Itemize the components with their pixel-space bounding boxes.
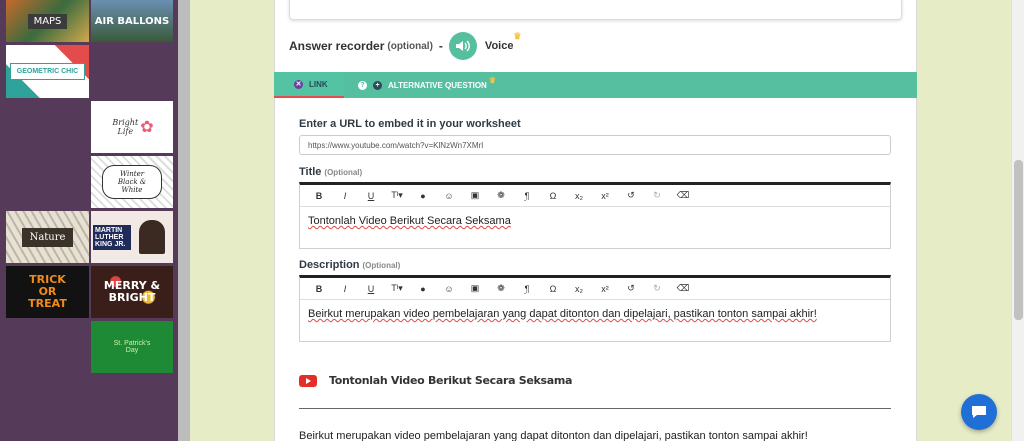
title-value: Tontonlah Video Berikut Secara Seksama (308, 215, 511, 227)
font-size-dropdown[interactable]: Tᴵ▾ (384, 283, 410, 294)
premium-crown-icon: ♛ (513, 31, 522, 41)
emoji-icon[interactable]: ☺ (436, 284, 462, 294)
description-label: Description (Optional) (299, 259, 400, 271)
description-editor-toolbar: B I U Tᴵ▾ ● ☺ ▣ ❁ ¶ Ω x₂ x² ↺ ↻ ⌫ (300, 278, 890, 300)
font-size-dropdown[interactable]: Tᴵ▾ (384, 190, 410, 201)
add-circle-icon: + (373, 80, 382, 90)
special-char-icon[interactable]: Ω (540, 191, 566, 201)
theme-tile-mlk[interactable]: MARTIN LUTHER KING JR. (91, 211, 173, 263)
video-preview-header: Tontonlah Video Berikut Secara Seksama (299, 374, 572, 387)
paragraph-icon[interactable]: ¶ (514, 191, 540, 201)
embed-url-value: https://www.youtube.com/watch?v=KlNzWn7X… (308, 141, 484, 150)
theme-tile-air-ballons[interactable]: AIR BALLONS (91, 0, 173, 42)
answer-recorder-row: Answer recorder (optional) - Voice ♛ (289, 30, 522, 62)
paragraph-icon[interactable]: ¶ (514, 284, 540, 294)
color-drop-icon[interactable]: ● (410, 284, 436, 294)
theme-tile-bright-life[interactable]: Bright Life ✿ (91, 101, 173, 153)
theme-sidebar: MAPS AIR BALLONS GEOMETRIC CHIC Bright L… (0, 0, 178, 441)
title-editor: B I U Tᴵ▾ ● ☺ ▣ ❁ ¶ Ω x₂ x² ↺ ↻ ⌫ Tonton… (299, 182, 891, 249)
color-drop-icon[interactable]: ● (410, 191, 436, 201)
previous-question-card (289, 0, 902, 20)
tab-alternative-label: ALTERNATIVE QUESTION (388, 80, 487, 90)
preview-divider (299, 408, 891, 409)
page-scrollbar[interactable] (1011, 0, 1024, 441)
bird-icon: ✿ (140, 119, 154, 136)
chat-bubble-icon (972, 406, 986, 418)
portrait-icon (139, 220, 165, 254)
embed-url-label: Enter a URL to embed it in your workshee… (299, 118, 521, 130)
theme-label: MERRY & BRIGHT (103, 278, 161, 304)
link-icon[interactable]: ❁ (488, 190, 514, 201)
preview-description: Beirkut merupakan video pembelajaran yan… (299, 430, 808, 441)
voice-option[interactable]: Voice ♛ (484, 31, 522, 52)
redo-icon[interactable]: ↻ (644, 283, 670, 294)
underline-button[interactable]: U (358, 284, 384, 294)
image-icon[interactable]: ▣ (462, 190, 488, 201)
theme-label: Bright Life (112, 118, 139, 136)
theme-label: AIR BALLONS (94, 15, 170, 27)
tab-link-label: LINK (309, 79, 328, 89)
bold-button[interactable]: B (306, 284, 332, 294)
redo-icon[interactable]: ↻ (644, 190, 670, 201)
tab-alternative-question[interactable]: ? + ALTERNATIVE QUESTION ♛ (358, 72, 496, 98)
question-tab-bar: ✕ LINK ? + ALTERNATIVE QUESTION ♛ (274, 72, 917, 98)
theme-tile-winter-bw[interactable]: Winter Black & White (91, 156, 173, 208)
voice-label: Voice (484, 40, 514, 52)
description-editor-text[interactable]: Beirkut merupakan video pembelajaran yan… (300, 300, 890, 328)
page-scrollbar-thumb[interactable] (1014, 160, 1023, 320)
superscript-button[interactable]: x² (592, 191, 618, 201)
description-value: Beirkut merupakan video pembelajaran yan… (308, 308, 817, 320)
theme-label: St. Patrick's Day (113, 340, 151, 354)
answer-recorder-dash: - (438, 39, 443, 53)
theme-label: Winter Black & White (102, 165, 162, 199)
theme-tile-nature[interactable]: Nature (6, 211, 89, 263)
subscript-button[interactable]: x₂ (566, 191, 592, 201)
theme-tile-trick-or-treat[interactable]: TRICK OR TREAT (6, 266, 89, 318)
premium-crown-icon: ♛ (488, 75, 496, 85)
theme-tile-geometric-chic[interactable]: GEOMETRIC CHIC (6, 45, 89, 98)
link-dot-icon: ✕ (294, 79, 303, 89)
bold-button[interactable]: B (306, 191, 332, 201)
theme-tile-st-patricks[interactable]: St. Patrick's Day (91, 321, 173, 373)
embed-url-input[interactable]: https://www.youtube.com/watch?v=KlNzWn7X… (299, 135, 891, 155)
help-icon: ? (358, 80, 367, 90)
title-optional: (Optional) (324, 168, 363, 177)
italic-button[interactable]: I (332, 191, 358, 201)
undo-icon[interactable]: ↺ (618, 190, 644, 201)
italic-button[interactable]: I (332, 284, 358, 294)
theme-label: MARTIN LUTHER KING JR. (93, 224, 131, 250)
title-label-text: Title (299, 166, 322, 178)
undo-icon[interactable]: ↺ (618, 283, 644, 294)
description-editor: B I U Tᴵ▾ ● ☺ ▣ ❁ ¶ Ω x₂ x² ↺ ↻ ⌫ Beirku… (299, 275, 891, 342)
title-editor-text[interactable]: Tontonlah Video Berikut Secara Seksama (300, 207, 890, 235)
tab-link[interactable]: ✕ LINK (274, 72, 344, 98)
description-label-text: Description (299, 259, 360, 271)
theme-tile-maps[interactable]: MAPS (6, 0, 89, 42)
embed-url-label-text: Enter a URL to embed it in your workshee… (299, 118, 521, 130)
theme-label: Nature (21, 227, 74, 247)
sidebar-scrollbar[interactable] (178, 0, 190, 441)
link-icon[interactable]: ❁ (488, 283, 514, 294)
preview-title: Tontonlah Video Berikut Secara Seksama (329, 374, 573, 387)
underline-button[interactable]: U (358, 191, 384, 201)
youtube-icon (299, 374, 317, 387)
eraser-icon[interactable]: ⌫ (670, 283, 696, 294)
subscript-button[interactable]: x₂ (566, 284, 592, 294)
speaker-icon[interactable] (448, 32, 477, 60)
title-label: Title (Optional) (299, 166, 362, 178)
eraser-icon[interactable]: ⌫ (670, 190, 696, 201)
theme-label: MAPS (27, 13, 68, 29)
emoji-icon[interactable]: ☺ (436, 191, 462, 201)
superscript-button[interactable]: x² (592, 284, 618, 294)
chat-button[interactable] (961, 394, 997, 430)
special-char-icon[interactable]: Ω (540, 284, 566, 294)
answer-recorder-optional: (optional) (387, 40, 433, 52)
theme-label: TRICK OR TREAT (28, 272, 67, 311)
answer-recorder-label: Answer recorder (289, 39, 385, 53)
title-editor-toolbar: B I U Tᴵ▾ ● ☺ ▣ ❁ ¶ Ω x₂ x² ↺ ↻ ⌫ (300, 185, 890, 207)
theme-label: GEOMETRIC CHIC (9, 63, 86, 80)
description-optional: (Optional) (362, 261, 401, 270)
theme-tile-merry-bright[interactable]: MERRY & BRIGHT (91, 266, 173, 318)
image-icon[interactable]: ▣ (462, 283, 488, 294)
